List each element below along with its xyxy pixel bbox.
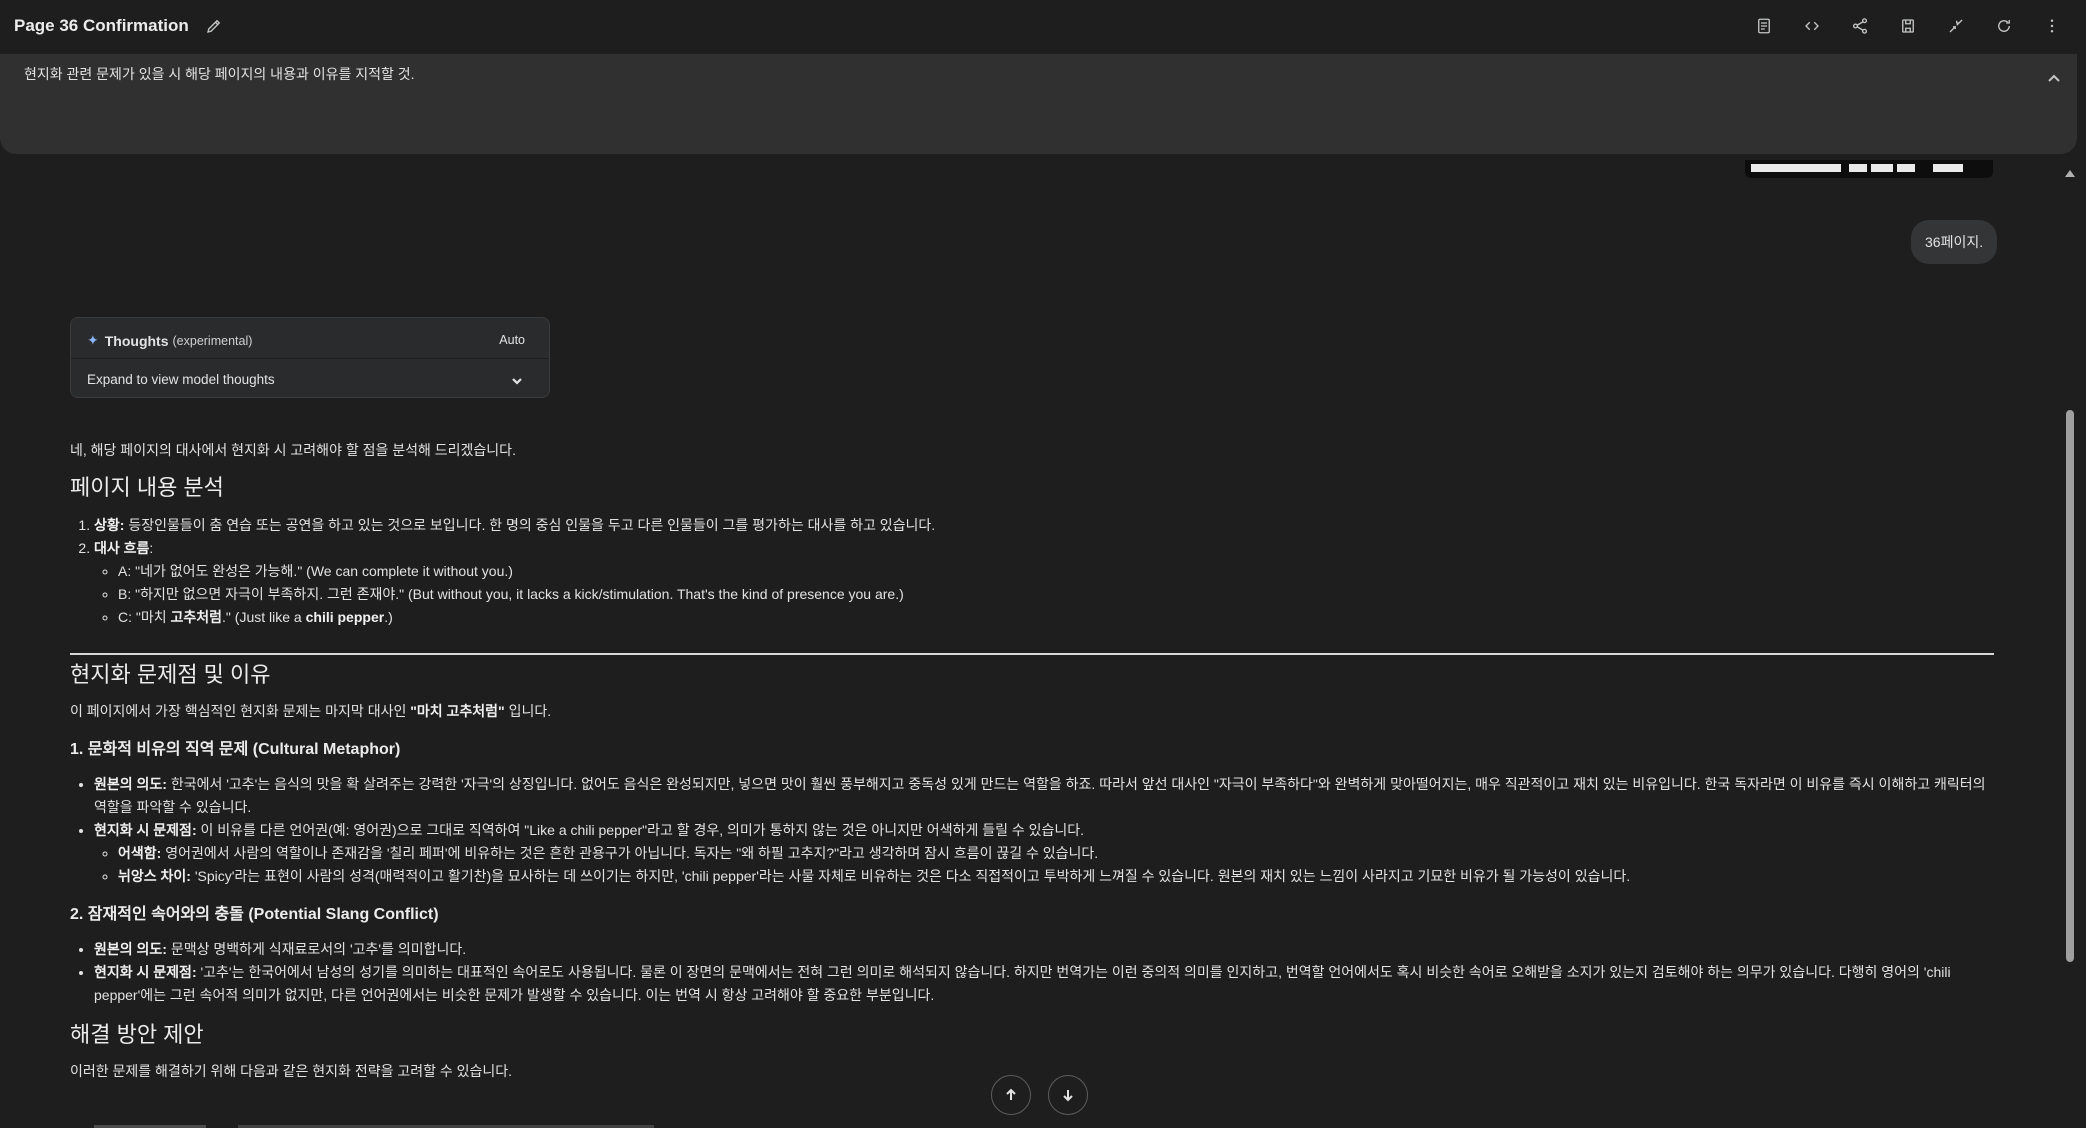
- bold-text: 고추처럼: [170, 609, 223, 625]
- section-intro: 이 페이지에서 가장 핵심적인 현지화 문제는 마지막 대사인 "마치 고추처럼…: [70, 701, 1994, 721]
- page-title: Page 36 Confirmation: [14, 16, 189, 35]
- text: 입니다.: [504, 702, 552, 719]
- item-label: 원본의 의도:: [94, 940, 167, 957]
- user-message-text: 36페이지.: [1925, 234, 1984, 250]
- share-icon[interactable]: [1836, 10, 1884, 42]
- response-intro: 네, 해당 페이지의 대사에서 현지화 시 고려해야 할 점을 분석해 드리겠습…: [70, 442, 516, 458]
- top-bar: Page 36 Confirmation: [0, 0, 2086, 52]
- model-response: 네, 해당 페이지의 대사에서 현지화 시 고려해야 할 점을 분석해 드리겠습…: [70, 440, 1994, 1081]
- item-label: 원본의 의도:: [94, 775, 167, 792]
- cut-off-text-line: [94, 1121, 894, 1128]
- thoughts-panel[interactable]: ✦ Thoughts (experimental) Auto Expand to…: [70, 317, 550, 398]
- section-heading: 해결 방안 제안: [70, 1021, 204, 1047]
- notes-icon[interactable]: [1740, 10, 1788, 42]
- chevron-up-icon[interactable]: [2047, 72, 2061, 86]
- response-navigation: [991, 1075, 1088, 1115]
- dialogue-list: A: "네가 없어도 완성은 가능해." (We can complete it…: [94, 560, 1994, 629]
- list-item: 현지화 시 문제점: '고추'는 한국어에서 남성의 성기를 의미하는 대표적인…: [94, 961, 1994, 1007]
- thoughts-mode[interactable]: Auto: [499, 333, 525, 347]
- analysis-list: 상황: 등장인물들이 춤 연습 또는 공연을 하고 있는 것으로 보입니다. 한…: [70, 514, 1994, 629]
- item-text: 문맥상 명백하게 식재료로서의 '고추'를 의미합니다.: [166, 940, 467, 957]
- text: C: "마치: [118, 609, 171, 625]
- more-icon[interactable]: [2028, 10, 2076, 42]
- scroll-up-arrow[interactable]: [2065, 170, 2075, 177]
- list-item: 대사 흐름: A: "네가 없어도 완성은 가능해." (We can comp…: [94, 537, 1994, 629]
- dialogue-line: B: "하지만 없으면 자극이 부족하지. 그런 존재야." (But with…: [118, 583, 1994, 606]
- save-icon[interactable]: [1884, 10, 1932, 42]
- item-label: 상황:: [94, 517, 125, 533]
- list-item: 현지화 시 문제점: 이 비유를 다른 언어권(예: 영어권)으로 그대로 직역…: [94, 819, 1994, 888]
- sparkle-icon: ✦: [87, 332, 99, 348]
- refresh-icon[interactable]: [1980, 10, 2028, 42]
- item-label: 대사 흐름: [94, 540, 150, 556]
- scroll-down-button[interactable]: [1048, 1075, 1088, 1115]
- uploaded-image-thumbnail[interactable]: [1745, 160, 1993, 178]
- item-text: '고추'는 한국어에서 남성의 성기를 의미하는 대표적인 속어로도 사용됩니다…: [94, 963, 1951, 1003]
- bullet-list: 원본의 의도: 한국에서 '고추'는 음식의 맛을 확 살려주는 강력한 '자극…: [70, 773, 1994, 888]
- text: .): [384, 609, 393, 625]
- thoughts-header: ✦ Thoughts (experimental): [87, 332, 252, 349]
- scrollbar-thumb[interactable]: [2066, 410, 2074, 962]
- text: ." (Just like a: [222, 609, 306, 625]
- subsection-heading: 2. 잠재적인 속어와의 충돌 (Potential Slang Conflic…: [70, 905, 439, 923]
- subsection-heading: 1. 문화적 비유의 직역 문제 (Cultural Metaphor): [70, 740, 401, 758]
- item-label: 현지화 시 문제점:: [94, 821, 197, 838]
- bold-text: "마치 고추처럼": [410, 702, 505, 719]
- sub-bullet-list: 어색함: 영어권에서 사람의 역할이나 존재감을 '칠리 페퍼'에 비유하는 것…: [94, 842, 1994, 888]
- divider: [71, 358, 549, 359]
- user-message: 36페이지.: [1911, 220, 1998, 264]
- expand-thoughts-label[interactable]: Expand to view model thoughts: [87, 372, 275, 387]
- dialogue-line: A: "네가 없어도 완성은 가능해." (We can complete it…: [118, 560, 1994, 583]
- section-heading: 현지화 문제점 및 이유: [70, 661, 271, 687]
- dialogue-line: C: "마치 고추처럼." (Just like a chili pepper.…: [118, 606, 1994, 629]
- code-icon[interactable]: [1788, 10, 1836, 42]
- item-text: 'Spicy'라는 표현이 사람의 성격(매력적이고 활기찬)을 묘사하는 데 …: [190, 867, 1631, 884]
- thoughts-tag: (experimental): [172, 333, 253, 348]
- system-instructions-panel[interactable]: 현지화 관련 문제가 있을 시 해당 페이지의 내용과 이유를 지적할 것.: [0, 54, 2077, 154]
- list-item: 원본의 의도: 한국에서 '고추'는 음식의 맛을 확 살려주는 강력한 '자극…: [94, 773, 1994, 819]
- arrow-up-icon: [1006, 1088, 1016, 1100]
- item-text: :: [149, 540, 154, 556]
- item-text: 등장인물들이 춤 연습 또는 공연을 하고 있는 것으로 보입니다. 한 명의 …: [124, 517, 936, 533]
- system-instructions-text: 현지화 관련 문제가 있을 시 해당 페이지의 내용과 이유를 지적할 것.: [24, 66, 415, 82]
- list-item: 상황: 등장인물들이 춤 연습 또는 공연을 하고 있는 것으로 보입니다. 한…: [94, 514, 1994, 537]
- chevron-down-icon[interactable]: [511, 374, 523, 386]
- compare-icon[interactable]: [1932, 10, 1980, 42]
- list-item: 어색함: 영어권에서 사람의 역할이나 존재감을 '칠리 페퍼'에 비유하는 것…: [118, 842, 1994, 865]
- section-divider: [70, 653, 1994, 655]
- bold-text: chili pepper: [305, 609, 385, 625]
- item-text: 한국에서 '고추'는 음식의 맛을 확 살려주는 강력한 '자극'의 상징입니다…: [94, 775, 1986, 815]
- list-item: 원본의 의도: 문맥상 명백하게 식재료로서의 '고추'를 의미합니다.: [94, 938, 1994, 961]
- arrow-down-icon: [1063, 1090, 1073, 1102]
- item-label: 어색함:: [118, 844, 162, 861]
- bullet-list: 원본의 의도: 문맥상 명백하게 식재료로서의 '고추'를 의미합니다. 현지화…: [70, 938, 1994, 1007]
- thoughts-title: Thoughts: [104, 332, 169, 349]
- item-text: 이 비유를 다른 언어권(예: 영어권)으로 그대로 직역하여 "Like a …: [196, 821, 1085, 838]
- scroll-up-button[interactable]: [991, 1075, 1031, 1115]
- text: 이 페이지에서 가장 핵심적인 현지화 문제는 마지막 대사인: [70, 702, 411, 719]
- section-heading: 페이지 내용 분석: [70, 475, 224, 500]
- item-label: 뉘앙스 차이:: [118, 867, 191, 884]
- list-item: 뉘앙스 차이: 'Spicy'라는 표현이 사람의 성격(매력적이고 활기찬)을…: [118, 865, 1994, 888]
- item-text: 영어권에서 사람의 역할이나 존재감을 '칠리 페퍼'에 비유하는 것은 흔한 …: [161, 844, 1099, 861]
- edit-icon[interactable]: [205, 17, 223, 35]
- toolbar-actions: [1740, 10, 2076, 42]
- item-label: 현지화 시 문제점:: [94, 963, 197, 980]
